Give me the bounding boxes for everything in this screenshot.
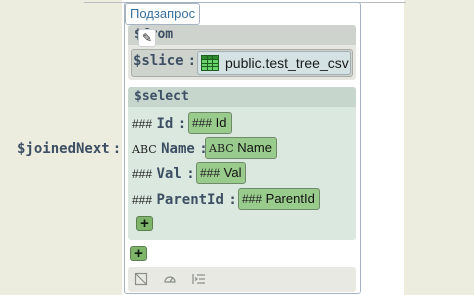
table-grid-icon (201, 55, 219, 71)
gauge-icon[interactable] (163, 272, 177, 286)
numeric-type-icon: ### (242, 192, 263, 206)
subquery-tab[interactable]: Подзапрос (125, 3, 201, 25)
field-name: Val (156, 166, 182, 182)
field-value: ParentId (265, 191, 315, 206)
select-field-row: ### Val : (132, 163, 195, 185)
text-type-icon: ABC (209, 142, 234, 155)
slice-key: $slice (133, 53, 184, 69)
field-colon: : (228, 192, 237, 208)
field-value-chip[interactable]: ### Val (196, 162, 247, 184)
crop-icon[interactable] (134, 272, 148, 286)
joined-next-colon: : (112, 141, 122, 157)
field-value-chip[interactable]: ABC Name (205, 137, 277, 159)
add-field-button[interactable]: + (136, 216, 153, 231)
field-value-chip[interactable]: ### ParentId (238, 188, 320, 210)
field-value: Val (223, 165, 242, 180)
select-header: $select (128, 87, 356, 107)
field-value: Name (237, 140, 272, 155)
select-field-row: ### Id : (132, 113, 186, 135)
field-colon: : (186, 166, 195, 182)
numeric-type-icon: ### (132, 193, 153, 207)
field-name: Name (161, 141, 195, 157)
field-name: Id (156, 116, 174, 132)
joined-next-label: $joinedNext: (17, 141, 121, 157)
numeric-type-icon: ### (132, 117, 153, 131)
select-field-row: ABC Name : (132, 138, 208, 160)
joined-next-key: $joinedNext (17, 141, 110, 157)
numeric-type-icon: ### (200, 166, 221, 180)
edit-pencil-icon[interactable]: ✎ (138, 29, 156, 47)
field-value-chip[interactable]: ### Id (188, 112, 232, 134)
field-value: Id (215, 115, 227, 130)
slice-label: $slice: (133, 53, 196, 69)
add-clause-button[interactable]: + (130, 246, 147, 261)
slice-colon: : (187, 53, 197, 69)
slice-value-chip[interactable]: public.test_tree_csv (197, 51, 351, 75)
field-name: ParentId (156, 192, 224, 208)
right-pane (404, 0, 474, 295)
numeric-type-icon: ### (192, 116, 213, 130)
field-colon: : (177, 116, 187, 132)
from-header: $from (128, 25, 356, 45)
indent-icon[interactable] (192, 272, 206, 286)
select-field-row: ### ParentId : (132, 189, 237, 211)
text-type-icon: ABC (132, 143, 157, 156)
numeric-type-icon: ### (132, 167, 153, 181)
